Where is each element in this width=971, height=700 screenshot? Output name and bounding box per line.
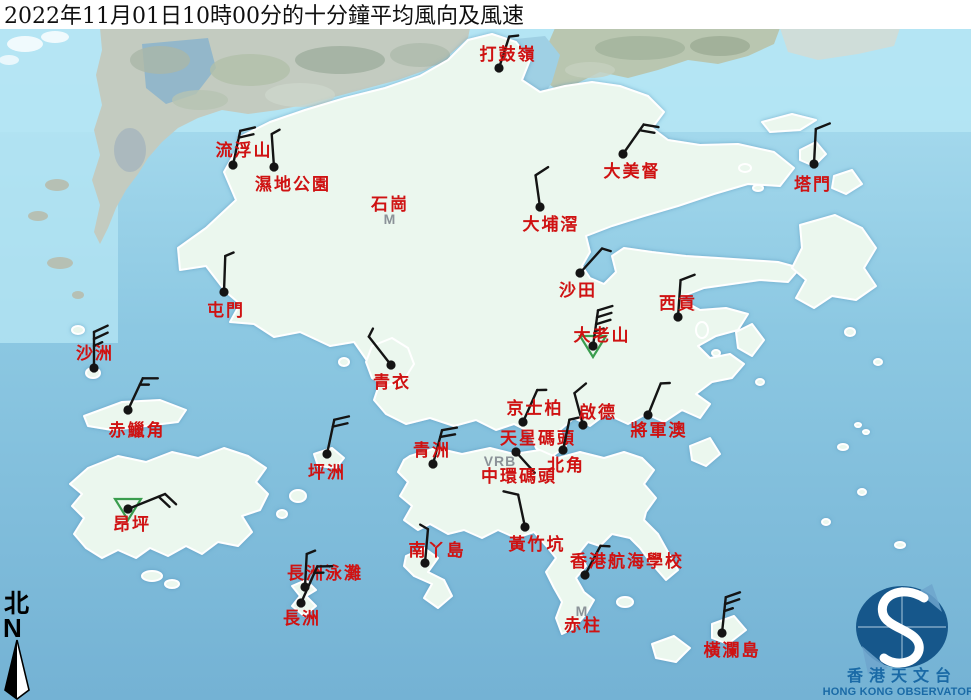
station-label: 大美督	[604, 161, 661, 182]
hko-name-english: HONG KONG OBSERVATORY	[823, 686, 971, 698]
station-label: 石崗	[370, 195, 409, 215]
title-bar: 2022年11月01日10時00分的十分鐘平均風向及風速	[0, 0, 971, 29]
station-dot[interactable]	[89, 363, 98, 372]
station-label: 黃竹坑	[508, 534, 566, 555]
station-dot[interactable]	[520, 522, 529, 531]
station-label: 橫瀾島	[704, 640, 761, 661]
hk-wind-map: 打鼓嶺流浮山濕地公園M石崗大美督塔門大埔滘沙田屯門西貢沙洲大老山青衣京士柏啟德將…	[0, 0, 971, 700]
station-dot[interactable]	[558, 445, 567, 454]
station-dot[interactable]	[535, 202, 544, 211]
island-small	[756, 379, 764, 385]
station-label: 赤鱲角	[109, 420, 166, 441]
island-small	[277, 510, 287, 518]
cloud	[7, 36, 43, 52]
station-label: 青衣	[373, 372, 411, 393]
cloud	[41, 31, 69, 43]
station-dot[interactable]	[618, 149, 627, 158]
station-dot[interactable]	[296, 598, 305, 607]
satellite-island	[72, 291, 84, 299]
island-lantau	[70, 448, 268, 558]
north-label-en: N	[3, 613, 22, 643]
station-label: 啟德	[579, 402, 617, 423]
station-label: 大老山	[574, 325, 631, 346]
station-label: 沙田	[559, 281, 597, 301]
island-soko	[142, 571, 162, 581]
island-soko	[165, 580, 179, 588]
station-label: 昂坪	[113, 515, 151, 535]
station-label: 大埔滘	[523, 214, 580, 235]
map-title: 2022年11月01日10時00分的十分鐘平均風向及風速	[4, 4, 524, 29]
station-label: 中環碼頭	[481, 466, 557, 487]
island-hei-ling-chau	[290, 490, 306, 502]
station-label: 濕地公園	[255, 174, 331, 195]
station-dot[interactable]	[123, 504, 132, 513]
satellite-island	[28, 211, 48, 221]
station-dot[interactable]	[123, 405, 132, 414]
island-small	[739, 164, 751, 172]
station-label: 長洲	[283, 609, 321, 629]
station-label: 西貢	[659, 294, 697, 314]
island-beaufort	[617, 597, 633, 607]
station-label: 打鼓嶺	[480, 44, 537, 65]
island-sharp	[696, 322, 708, 338]
wind-map-page: 打鼓嶺流浮山濕地公園M石崗大美督塔門大埔滘沙田屯門西貢沙洲大老山青衣京士柏啟德將…	[0, 0, 971, 700]
station-dot[interactable]	[809, 159, 818, 168]
satellite-island	[47, 257, 73, 269]
station-label: 香港航海學校	[570, 551, 684, 572]
island-small	[838, 444, 848, 450]
station-label: 南丫島	[409, 540, 466, 561]
station-dot[interactable]	[228, 160, 237, 169]
station-dot[interactable]	[575, 268, 584, 277]
station-dot[interactable]	[322, 449, 331, 458]
station-label: 流浮山	[216, 140, 273, 161]
station-label: 將軍澳	[631, 420, 688, 441]
station-label: 屯門	[207, 300, 245, 321]
island-small	[712, 350, 720, 356]
station-dot[interactable]	[717, 628, 726, 637]
island-small	[874, 359, 882, 365]
island-small	[753, 185, 763, 191]
hko-name-chinese: 香港天文台	[846, 666, 957, 685]
station-label: 坪洲	[308, 463, 346, 483]
island-small	[895, 542, 905, 548]
island-lung-kwu-chau	[72, 326, 84, 334]
island-small	[858, 489, 866, 495]
station-label: 沙洲	[76, 344, 114, 364]
station-label: 青洲	[413, 440, 451, 461]
island-small	[845, 328, 855, 336]
island-ninepin	[855, 423, 861, 427]
satellite-island	[45, 179, 69, 191]
station-dot[interactable]	[386, 360, 395, 369]
island-small	[822, 519, 830, 525]
station-label: 塔門	[794, 174, 832, 195]
station-label: 京士柏	[507, 398, 564, 419]
island-ninepin	[863, 430, 869, 434]
station-dot[interactable]	[219, 287, 228, 296]
station-dot[interactable]	[643, 410, 652, 419]
station-dot[interactable]	[269, 162, 278, 171]
station-label: 赤柱	[564, 615, 602, 636]
island-ma-wan	[339, 358, 349, 366]
landmass-sai-kung-east	[792, 215, 876, 308]
